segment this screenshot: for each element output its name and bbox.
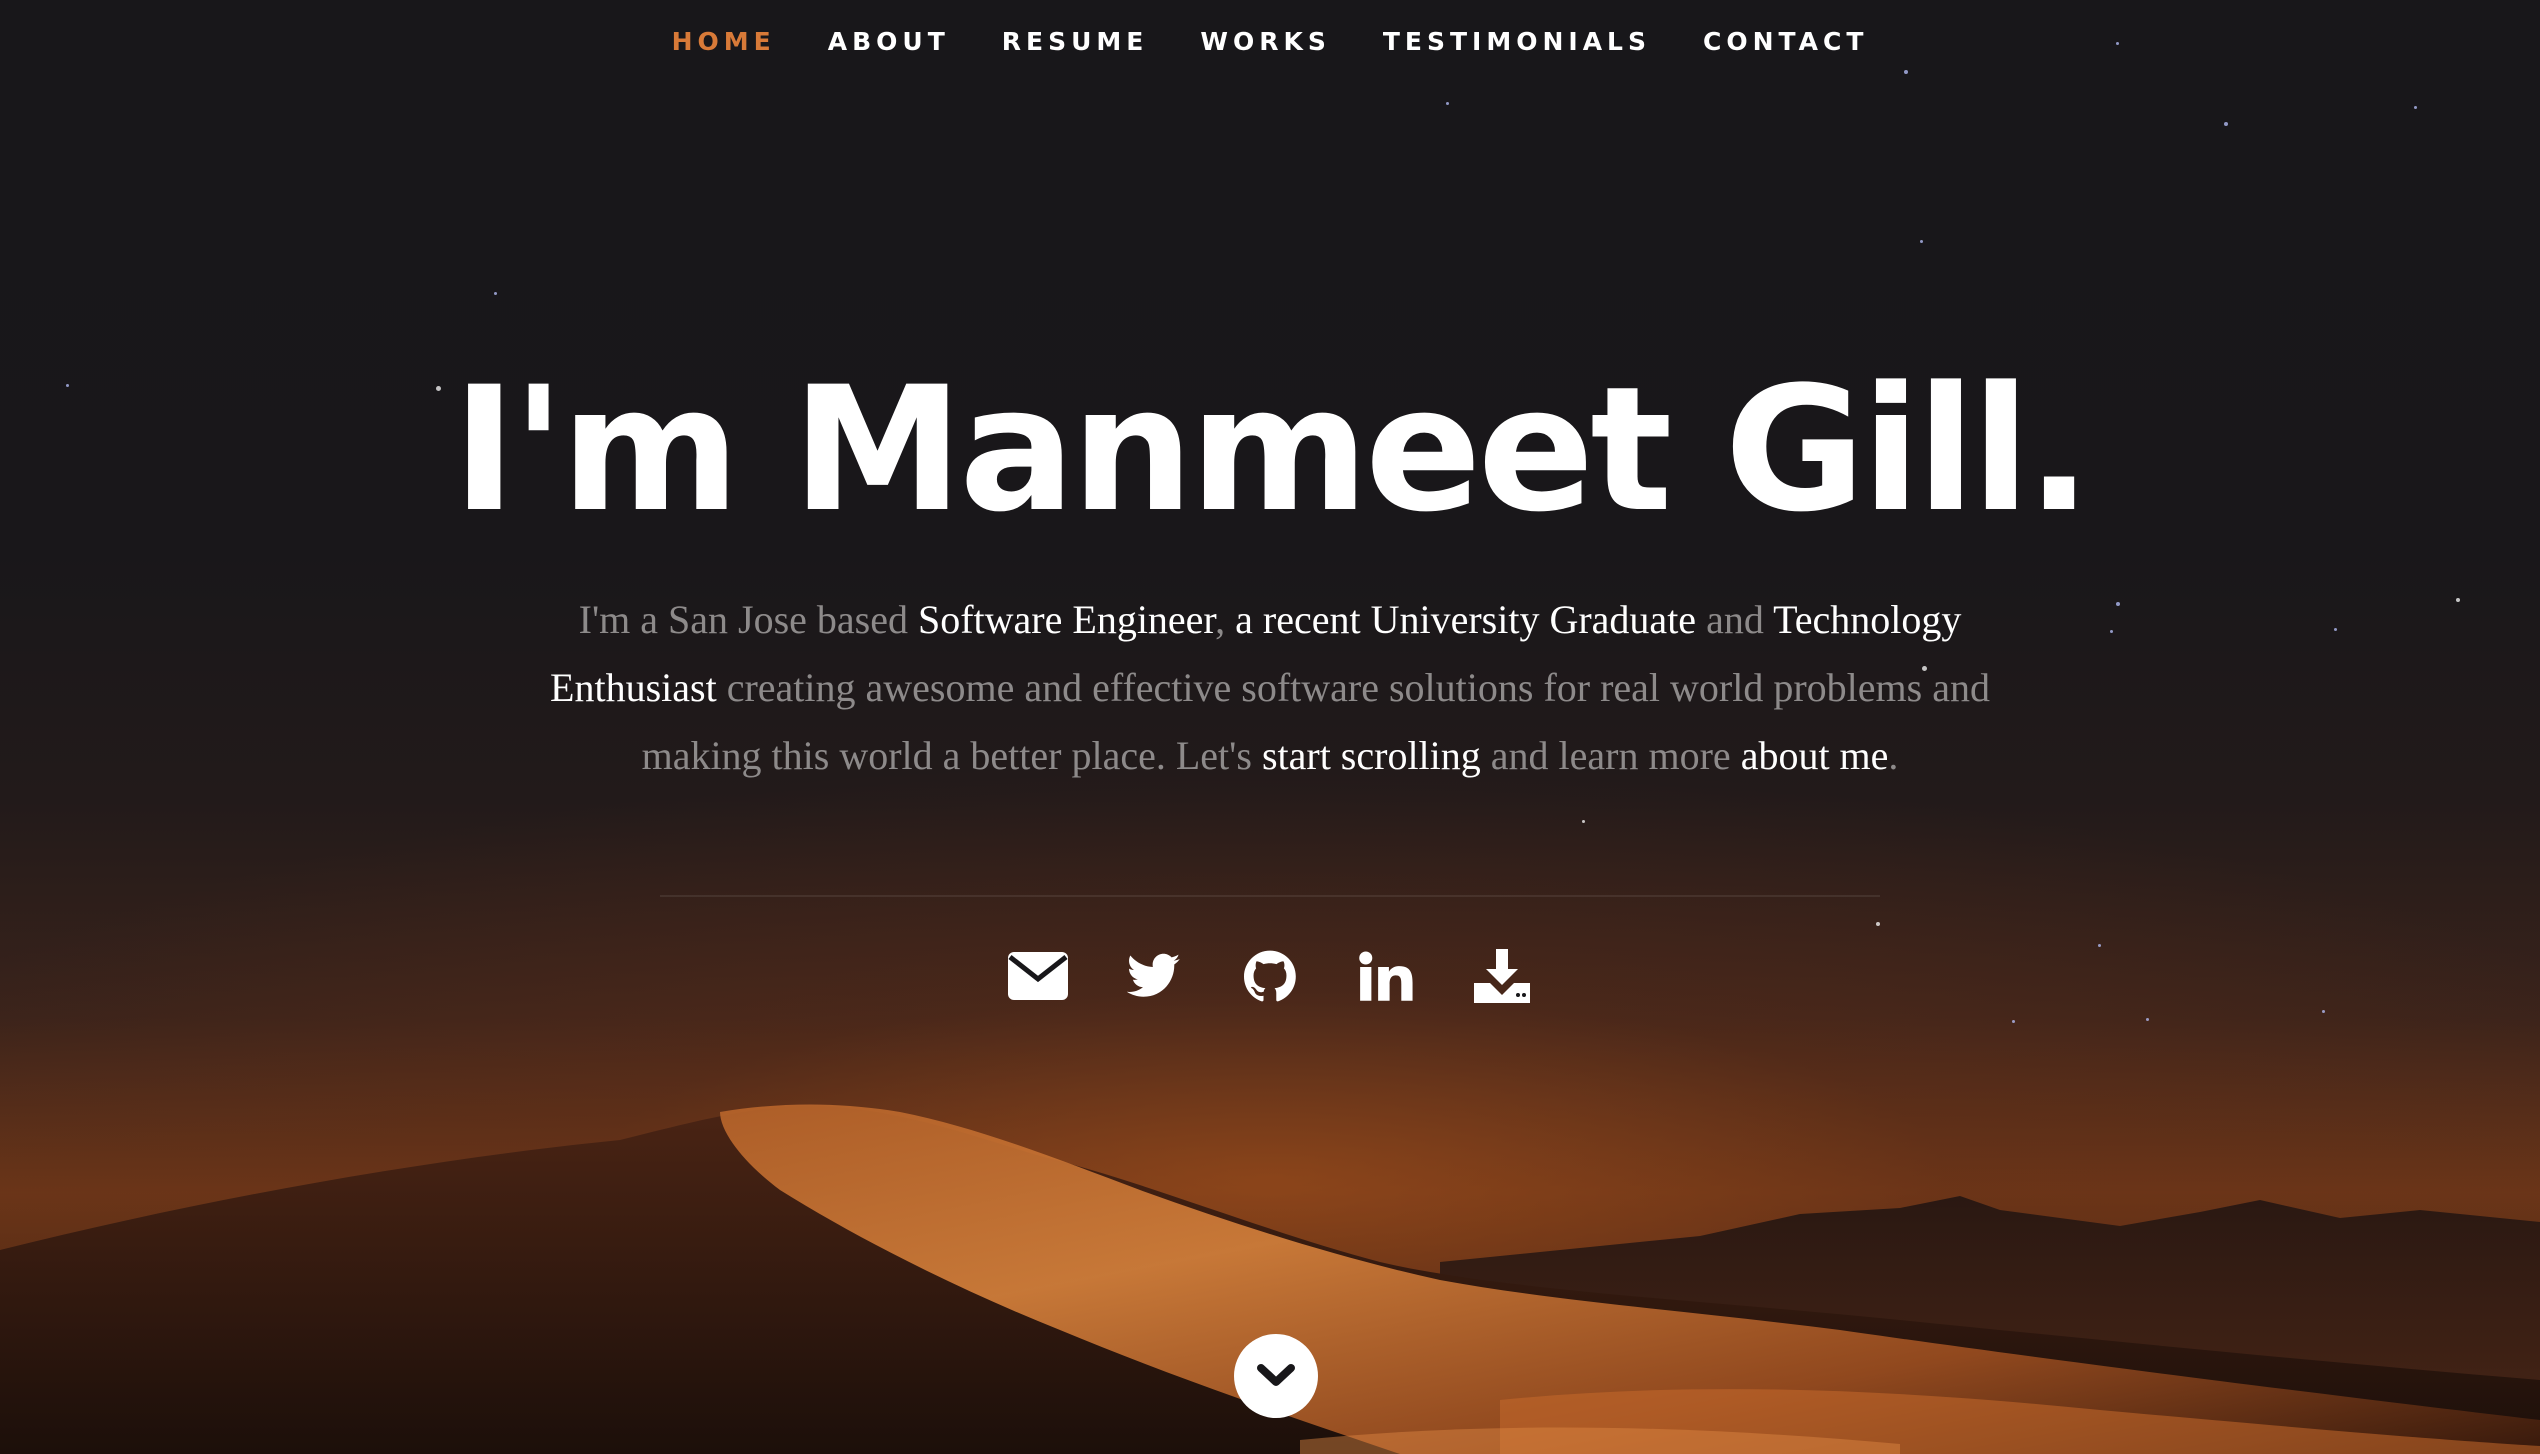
nav-item-about[interactable]: ABOUT xyxy=(802,22,976,62)
bio-text: . xyxy=(1888,733,1899,778)
nav-item-contact[interactable]: CONTACT xyxy=(1677,22,1894,62)
email-link[interactable] xyxy=(1006,944,1070,1008)
linkedin-link[interactable] xyxy=(1354,944,1418,1008)
main-nav: HOME ABOUT RESUME WORKS TESTIMONIALS CON… xyxy=(0,22,2540,62)
twitter-link[interactable] xyxy=(1122,944,1186,1008)
download-icon xyxy=(1474,949,1530,1003)
divider xyxy=(660,895,1880,897)
bio-highlight-software-engineer: Software Engineer xyxy=(917,597,1216,642)
bio-text: and learn more xyxy=(1480,733,1741,778)
envelope-icon xyxy=(1008,952,1068,1000)
bio-highlight-university-graduate: a recent University Graduate xyxy=(1235,597,1697,642)
start-scrolling-link[interactable]: start scrolling xyxy=(1262,733,1481,778)
hero-section: HOME ABOUT RESUME WORKS TESTIMONIALS CON… xyxy=(0,0,2540,1454)
social-links xyxy=(0,944,2540,1008)
bio-text: I'm a San Jose based xyxy=(578,597,918,642)
bio-text: , xyxy=(1215,597,1236,642)
download-link[interactable] xyxy=(1470,944,1534,1008)
nav-item-works[interactable]: WORKS xyxy=(1174,22,1356,62)
bio-paragraph: I'm a San Jose based Software Engineer, … xyxy=(540,586,2000,790)
github-link[interactable] xyxy=(1238,944,1302,1008)
page-title: I'm Manmeet Gill. xyxy=(452,349,2091,550)
about-me-link[interactable]: about me xyxy=(1741,733,1889,778)
bio-text: and xyxy=(1696,597,1774,642)
chevron-down-icon xyxy=(1257,1364,1295,1386)
linkedin-icon xyxy=(1359,951,1413,1001)
github-icon xyxy=(1244,950,1296,1002)
scroll-down-button[interactable] xyxy=(1234,1334,1318,1418)
twitter-icon xyxy=(1127,953,1181,997)
nav-item-resume[interactable]: RESUME xyxy=(976,22,1175,62)
nav-item-testimonials[interactable]: TESTIMONIALS xyxy=(1357,22,1677,62)
nav-item-home[interactable]: HOME xyxy=(646,22,802,62)
